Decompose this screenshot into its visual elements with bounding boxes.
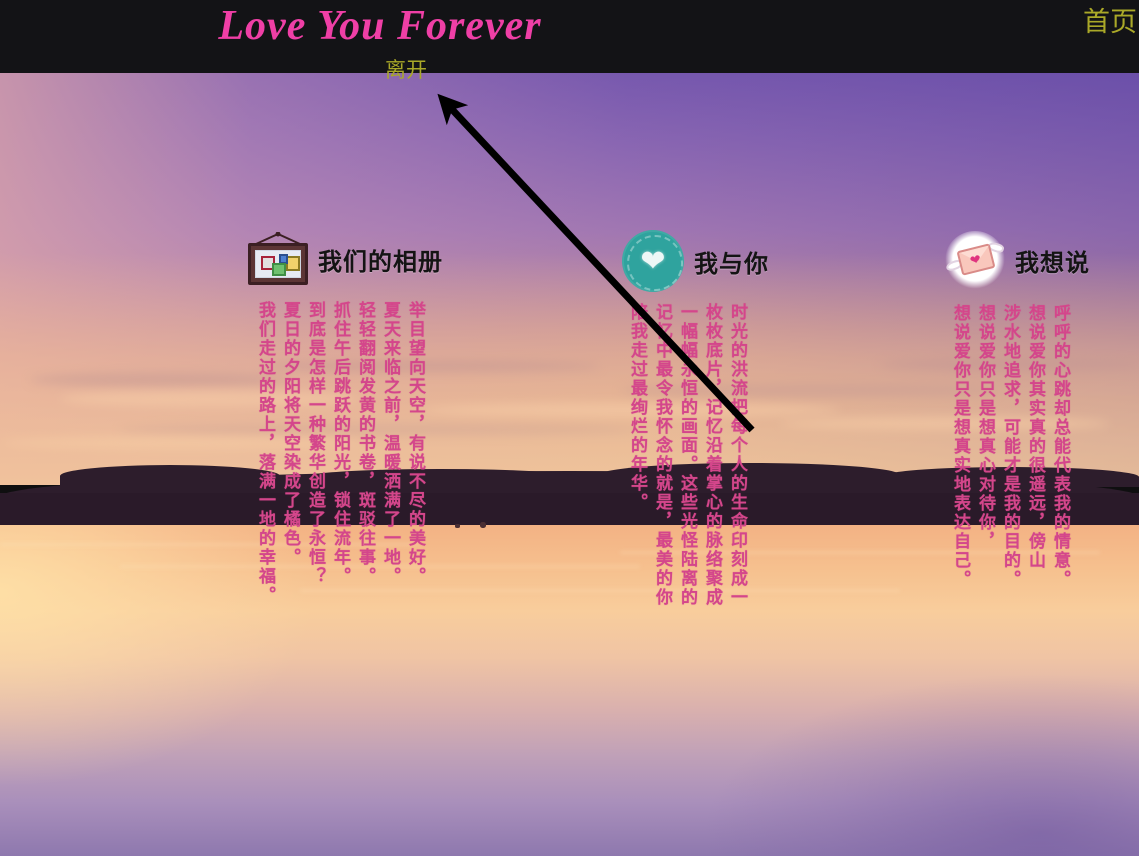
leave-link[interactable]: 离开 <box>0 56 812 86</box>
page-title: Love You Forever <box>218 3 542 49</box>
photo-frame-icon <box>248 232 308 285</box>
top-header-bar: Love You Forever 离开 首页 <box>0 0 1139 82</box>
section-you-and-me-text: 时光的洪流把每个人的生命印刻成一 枚枚底片，记忆沿着掌心的脉络聚成 一幅幅永恒的… <box>625 303 750 607</box>
section-you-and-me-header[interactable]: ❤ 我与你 <box>622 230 769 292</box>
section-you-and-me-title: 我与你 <box>694 250 769 278</box>
text-column: 夏日的夕阳将天空染成了橘色。 <box>281 301 300 567</box>
text-column: 枚枚底片，记忆沿着掌心的脉络聚成 <box>703 303 722 607</box>
text-column: 记忆中最令我怀念的就是，最美的你 <box>653 303 672 607</box>
text-column: 一幅幅永恒的画面。这些光怪陆离的 <box>678 303 697 607</box>
text-column: 想说爱你其实真的很遥远，傍山 <box>1026 304 1045 570</box>
letter-envelope-icon: ❤ <box>956 243 996 276</box>
heart-circle-icon: ❤ <box>622 230 684 292</box>
heart-glyph-icon: ❤ <box>640 245 666 279</box>
love-letter-icon: ❤ <box>945 231 1005 289</box>
section-i-want-to-say-header[interactable]: ❤ 我想说 <box>945 231 1090 289</box>
section-album-header[interactable]: 我们的相册 <box>248 232 443 285</box>
text-column: 夏天来临之前，温暖洒满了一地。 <box>381 301 400 586</box>
section-i-want-to-say-title: 我想说 <box>1015 249 1090 277</box>
text-column: 想说爱你只是想真心对待你， <box>976 304 995 551</box>
text-column: 轻轻翻阅发黄的书卷，斑驳往事。 <box>356 301 375 586</box>
content-layer: 我们的相册 举目望向天空，有说不尽的美好。 夏天来临之前，温暖洒满了一地。 轻轻… <box>0 73 1139 856</box>
text-column: 涉水地追求，可能才是我的目的。 <box>1001 304 1020 589</box>
section-album-title: 我们的相册 <box>318 248 443 276</box>
page-root: 我们的相册 举目望向天空，有说不尽的美好。 夏天来临之前，温暖洒满了一地。 轻轻… <box>0 0 1139 856</box>
text-column: 呼呼的心跳却总能代表我的情意。 <box>1051 304 1070 589</box>
home-link[interactable]: 首页 <box>1083 0 1137 44</box>
text-column: 想说爱你只是想真实地表达自己。 <box>951 304 970 589</box>
photo-thumb <box>286 256 300 271</box>
photo-frame-border <box>248 243 308 285</box>
text-column: 到底是怎样一种繁华创造了永恒？ <box>306 301 325 586</box>
text-column: 我们走过的路上，落满一地的幸福。 <box>256 301 275 605</box>
text-column: 陪我走过最绚烂的年华。 <box>628 303 647 512</box>
photo-frame-mat <box>255 250 301 278</box>
section-album-text: 举目望向天空，有说不尽的美好。 夏天来临之前，温暖洒满了一地。 轻轻翻阅发黄的书… <box>253 301 428 605</box>
text-column: 时光的洪流把每个人的生命印刻成一 <box>728 303 747 607</box>
text-column: 举目望向天空，有说不尽的美好。 <box>406 301 425 586</box>
photo-thumb <box>272 263 286 276</box>
section-i-want-to-say-text: 呼呼的心跳却总能代表我的情意。 想说爱你其实真的很遥远，傍山 涉水地追求，可能才… <box>948 304 1073 589</box>
text-column: 抓住午后跳跃的阳光，锁住流年。 <box>331 301 350 586</box>
